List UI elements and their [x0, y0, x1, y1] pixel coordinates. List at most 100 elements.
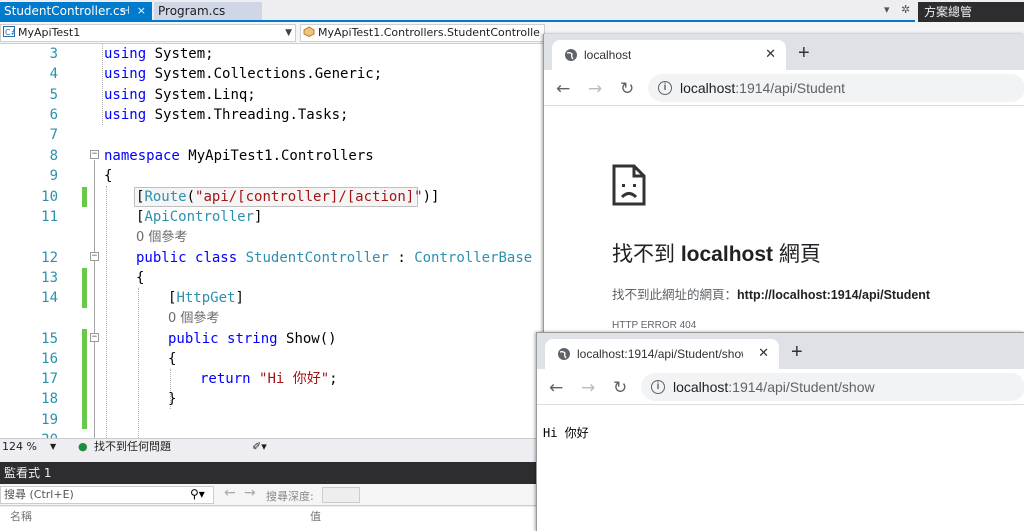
forward-arrow-icon[interactable]: → [244, 485, 256, 501]
close-icon[interactable]: ✕ [765, 46, 776, 62]
change-indicator [82, 187, 87, 207]
code-line-5: using System.Linq; [104, 87, 256, 103]
line-number: 16 [41, 351, 58, 367]
csharp-project-icon: C# [3, 26, 15, 37]
zoom-level[interactable]: 124 % [2, 439, 37, 454]
editor-status-bar: 124 % ▼ ● 找不到任何問題 ✐▾ [0, 438, 545, 454]
type-dropdown[interactable]: MyApiTest1.Controllers.StudentControlle [300, 24, 545, 42]
line-number: 14 [41, 290, 58, 306]
line-number: 20 [30, 430, 58, 438]
collapse-toggle[interactable]: − [90, 333, 99, 342]
broken-page-icon [612, 164, 646, 206]
change-indicator [82, 268, 87, 308]
browser-tab-strip: localhost ✕ + [544, 34, 1024, 70]
indent-guide [138, 288, 139, 438]
address-bar[interactable]: i localhost:1914/api/Student [648, 74, 1024, 102]
browser-tab[interactable]: localhost ✕ [552, 40, 786, 70]
new-tab-icon[interactable]: + [791, 341, 803, 364]
forward-icon[interactable]: → [588, 79, 602, 99]
line-number: 6 [49, 107, 58, 123]
reference-count-hint[interactable]: 0 個參考 [136, 228, 187, 248]
line-number: 15 [41, 331, 58, 347]
globe-icon [565, 49, 577, 61]
editor-tab-bar: StudentController.cs ⊣ × Program.cs ▾ ✲ … [0, 0, 1024, 22]
issues-status[interactable]: 找不到任何問題 [94, 439, 171, 454]
collapse-toggle[interactable]: − [90, 252, 99, 261]
search-depth-dropdown[interactable] [322, 487, 360, 503]
browser-window-show: localhost:1914/api/Student/show ✕ + ← → … [536, 332, 1024, 531]
search-icon[interactable]: ⚲▾ [190, 487, 205, 501]
code-editor[interactable]: 3 4 5 6 7 8 9 10 11 12 13 14 15 16 17 18… [0, 44, 545, 438]
chevron-down-icon[interactable]: ▼ [50, 439, 56, 454]
brush-icon[interactable]: ✐▾ [252, 439, 267, 454]
reload-icon[interactable]: ↻ [620, 79, 634, 99]
reference-count-hint[interactable]: 0 個參考 [168, 309, 219, 329]
code-line-14: [HttpGet] [168, 290, 244, 306]
chevron-down-icon: ▼ [285, 28, 292, 38]
code-line-10: [Route("api/[controller]/[action]")] [136, 189, 440, 205]
close-icon[interactable]: × [137, 2, 146, 20]
type-name: MyApiTest1.Controllers.StudentControlle [318, 26, 540, 39]
check-circle-icon: ● [78, 440, 88, 453]
code-line-18: } [168, 391, 177, 407]
tab-title: localhost:1914/api/Student/show [577, 347, 743, 361]
tab-label: StudentController.cs [4, 4, 126, 18]
pin-icon[interactable]: ⊣ [120, 2, 130, 20]
project-dropdown[interactable]: C#MyApiTest1 ▼ [0, 24, 296, 42]
line-number: 11 [41, 209, 58, 225]
close-icon[interactable]: ✕ [758, 345, 769, 361]
error-description: 找不到此網址的網頁：http://localhost:1914/api/Stud… [612, 288, 931, 302]
line-number: 12 [41, 250, 58, 266]
svg-text:C#: C# [5, 28, 15, 37]
line-number: 18 [41, 391, 58, 407]
project-name: MyApiTest1 [18, 26, 81, 39]
watch-search-input[interactable]: 搜尋 (Ctrl+E) [0, 486, 214, 504]
back-icon[interactable]: ← [556, 79, 570, 99]
tab-label: Program.cs [158, 4, 226, 18]
url-text: localhost:1914/api/Student/show [673, 379, 875, 395]
code-line-12: public class StudentController : Control… [136, 250, 533, 266]
code-line-3: using System; [104, 46, 214, 62]
collapse-toggle[interactable]: − [90, 150, 99, 159]
line-number: 7 [49, 127, 58, 143]
tab-program[interactable]: Program.cs [154, 2, 262, 20]
back-icon[interactable]: ← [549, 378, 563, 398]
tab-studentcontroller[interactable]: StudentController.cs ⊣ × [0, 2, 152, 20]
back-arrow-icon[interactable]: ← [224, 485, 236, 501]
desktop: StudentController.cs ⊣ × Program.cs ▾ ✲ … [0, 0, 1024, 531]
watch-window-title[interactable]: 監看式 1 [0, 462, 545, 484]
solution-explorer-title[interactable]: 方案總管 [918, 2, 1024, 22]
info-icon[interactable]: i [651, 380, 665, 394]
code-line-17: return "Hi 你好"; [200, 371, 338, 387]
address-bar[interactable]: i localhost:1914/api/Student/show [641, 373, 1024, 401]
tab-title: localhost [584, 48, 632, 62]
new-tab-icon[interactable]: + [798, 42, 810, 65]
indent-guide [106, 186, 107, 438]
error-title: 找不到 localhost 網頁 [612, 243, 821, 266]
dropdown-arrow-icon[interactable]: ▾ [884, 3, 890, 16]
gear-icon[interactable]: ✲ [901, 3, 910, 16]
code-line-4: using System.Collections.Generic; [104, 66, 383, 82]
browser-toolbar: ← → ↻ i localhost:1914/api/Student [544, 70, 1024, 106]
column-name-header[interactable]: 名稱 [10, 507, 32, 527]
browser-toolbar: ← → ↻ i localhost:1914/api/Student/show [537, 369, 1024, 405]
forward-icon[interactable]: → [581, 378, 595, 398]
class-icon [303, 26, 315, 37]
column-value-header[interactable]: 值 [310, 507, 321, 527]
line-number: 5 [49, 87, 58, 103]
browser-tab[interactable]: localhost:1914/api/Student/show ✕ [545, 339, 779, 369]
browser-tab-strip: localhost:1914/api/Student/show ✕ + [537, 333, 1024, 369]
line-number: 13 [41, 270, 58, 286]
indent-guide [102, 44, 103, 125]
response-body-text: Hi 你好 [543, 426, 589, 440]
line-number: 8 [49, 148, 58, 164]
code-line-15: public string Show() [168, 331, 337, 347]
change-indicator [82, 329, 87, 429]
error-code: HTTP ERROR 404 [612, 320, 697, 331]
line-number: 9 [49, 168, 58, 184]
reload-icon[interactable]: ↻ [613, 378, 627, 398]
watch-column-headers: 名稱 值 [0, 507, 545, 531]
info-icon[interactable]: i [658, 81, 672, 95]
url-text: localhost:1914/api/Student [680, 80, 846, 96]
globe-icon [558, 348, 570, 360]
